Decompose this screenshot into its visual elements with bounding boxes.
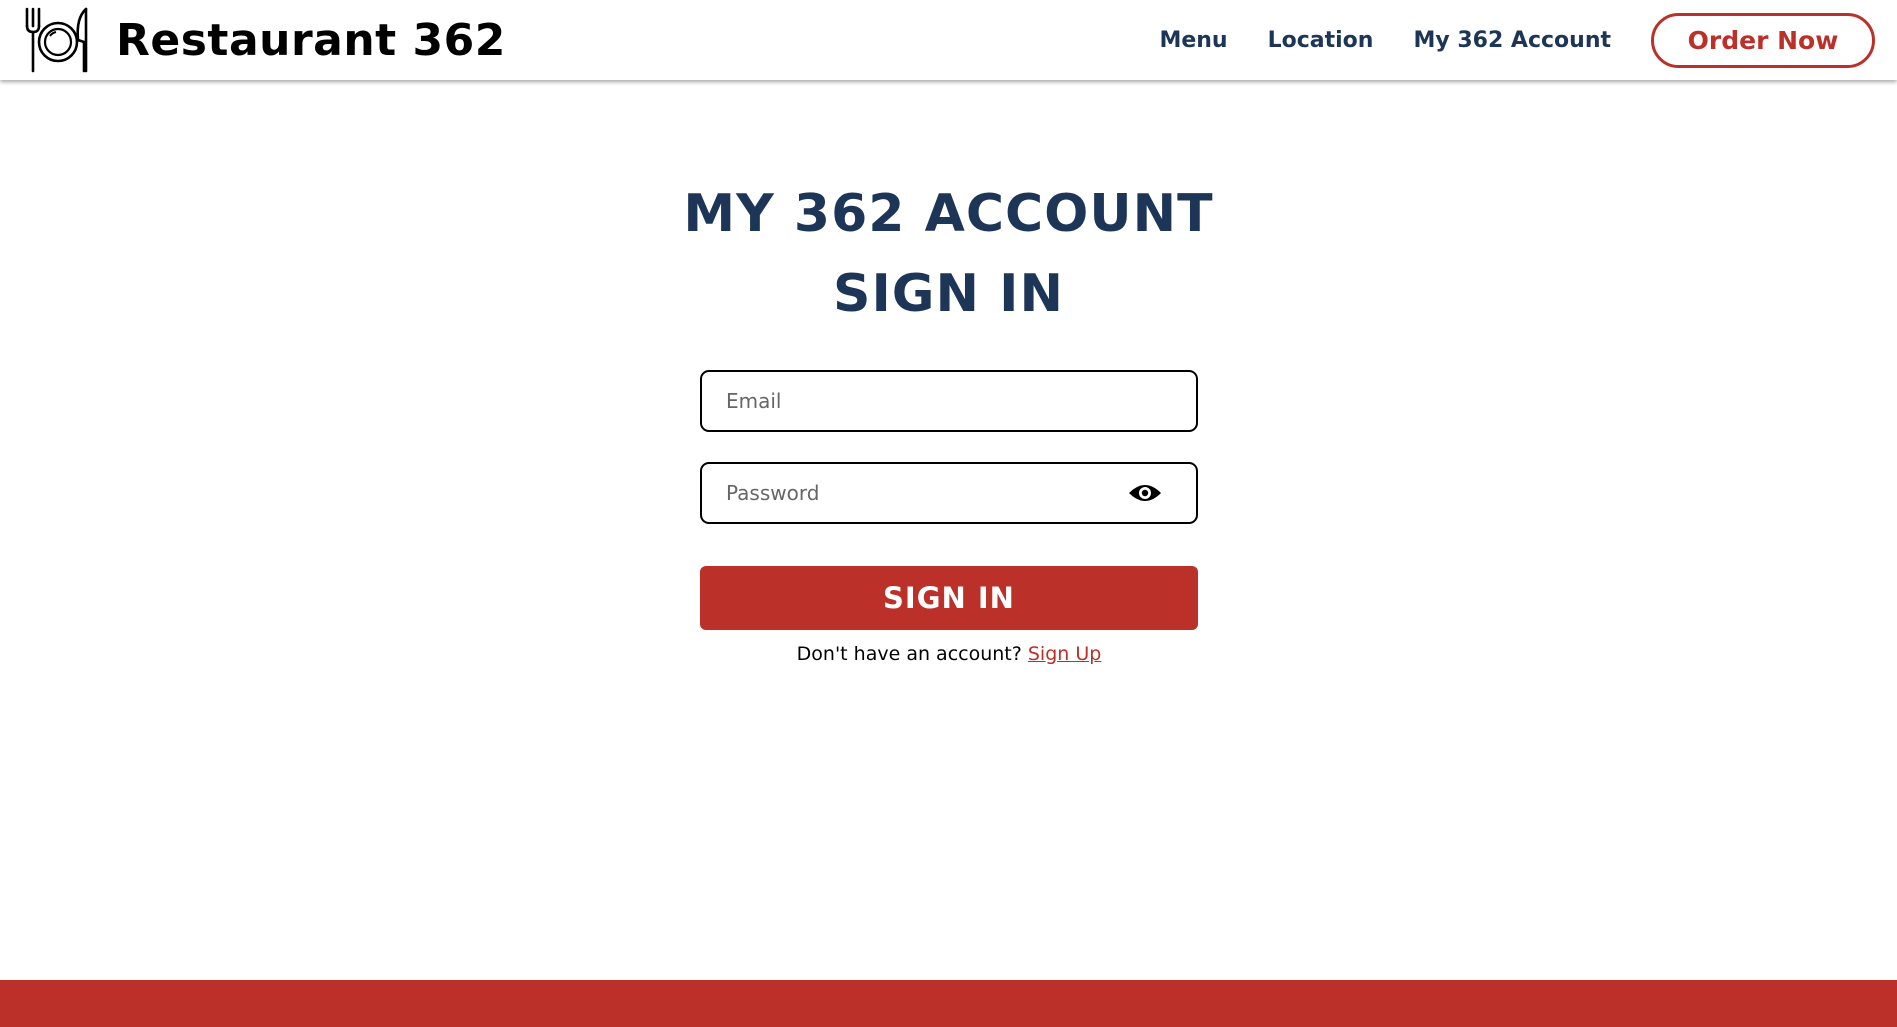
brand-name: Restaurant 362 xyxy=(116,14,506,66)
eye-icon[interactable] xyxy=(1128,480,1162,506)
sign-in-form: SIGN IN Don't have an account? Sign Up xyxy=(700,370,1198,665)
nav-item-my-account[interactable]: My 362 Account xyxy=(1413,28,1611,53)
nav-item-menu[interactable]: Menu xyxy=(1159,28,1227,53)
plate-fork-knife-icon xyxy=(25,7,88,73)
main-nav: Menu Location My 362 Account Order Now xyxy=(1159,0,1875,80)
sign-in-button[interactable]: SIGN IN xyxy=(700,566,1198,630)
password-field[interactable] xyxy=(724,464,1124,522)
sign-up-link[interactable]: Sign Up xyxy=(1028,643,1101,665)
signup-prompt-row: Don't have an account? Sign Up xyxy=(700,643,1198,665)
main-content: MY 362 ACCOUNT SIGN IN SIGN IN Don't hav… xyxy=(0,80,1897,980)
email-field-wrapper xyxy=(700,370,1198,432)
page-title: MY 362 ACCOUNT xyxy=(683,184,1214,244)
brand[interactable]: Restaurant 362 xyxy=(24,6,506,74)
signup-prompt: Don't have an account? xyxy=(796,643,1022,665)
nav-item-location[interactable]: Location xyxy=(1268,28,1374,53)
password-field-wrapper xyxy=(700,462,1198,524)
page-subtitle: SIGN IN xyxy=(833,264,1064,324)
order-now-button[interactable]: Order Now xyxy=(1651,12,1875,68)
site-header: Restaurant 362 Menu Location My 362 Acco… xyxy=(0,0,1897,80)
email-field[interactable] xyxy=(724,372,1124,430)
site-footer xyxy=(0,980,1897,1027)
